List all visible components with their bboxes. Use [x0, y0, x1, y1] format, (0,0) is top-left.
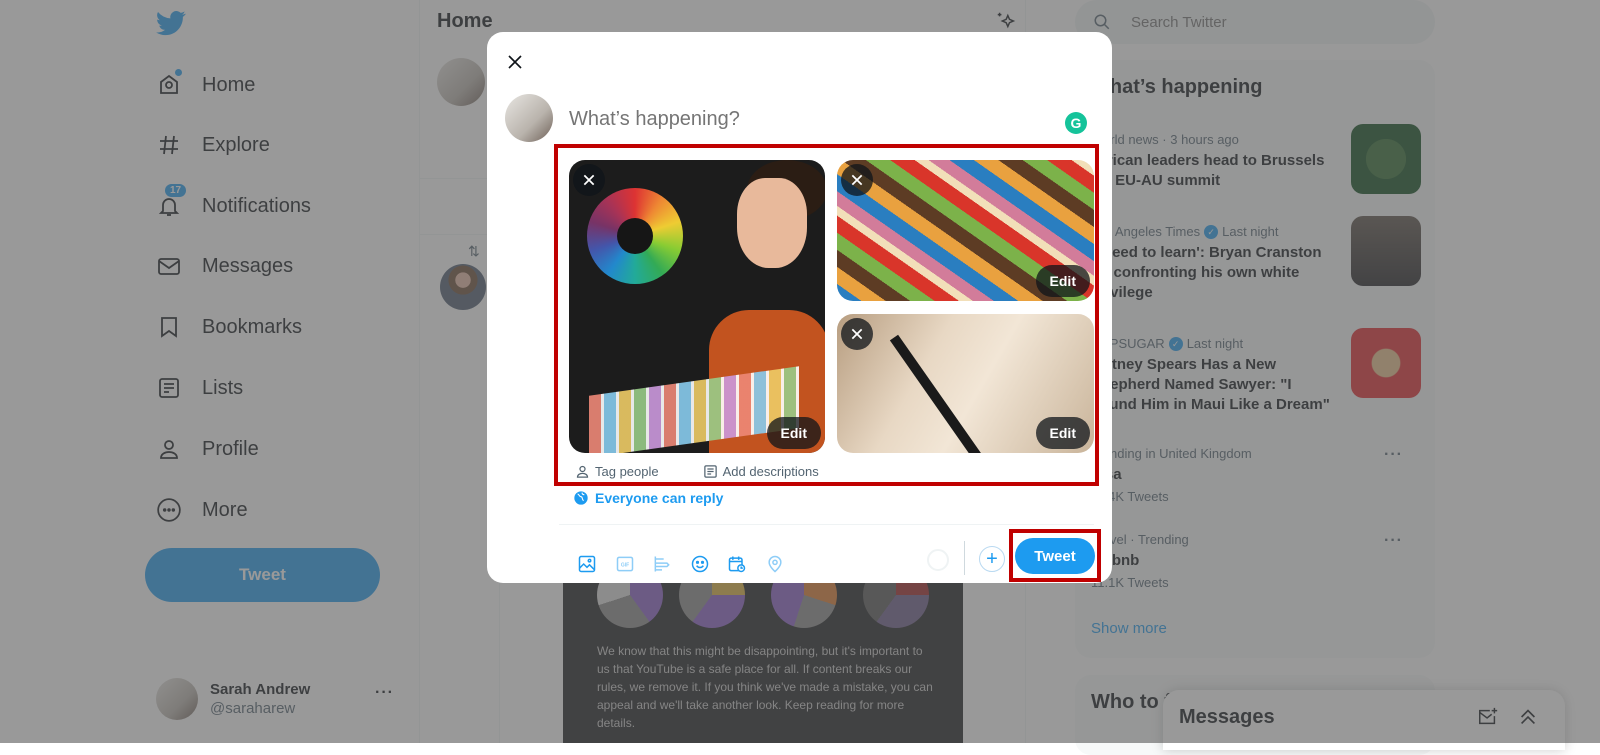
remove-media-button[interactable]	[841, 318, 873, 350]
divider	[559, 524, 1094, 525]
media-actions: Tag people Add descriptions	[575, 464, 819, 479]
edit-media-button[interactable]: Edit	[1036, 417, 1090, 449]
add-poll-button[interactable]	[644, 546, 680, 582]
composer-toolbar: GIF	[569, 546, 794, 582]
add-location-button[interactable]	[757, 546, 793, 582]
add-descriptions-label: Add descriptions	[723, 464, 819, 479]
person-icon	[575, 464, 590, 479]
reply-setting-label: Everyone can reply	[595, 490, 723, 506]
add-thread-button[interactable]: +	[979, 546, 1005, 572]
attached-image-tailoring[interactable]: Edit	[837, 314, 1094, 453]
twitter-page: Home Explore 17 Notifications Messages B…	[0, 0, 1600, 743]
poll-icon	[652, 554, 672, 574]
edit-media-button[interactable]: Edit	[1036, 265, 1090, 297]
gif-icon: GIF	[615, 554, 635, 574]
add-gif-button[interactable]: GIF	[607, 546, 643, 582]
globe-icon	[573, 490, 589, 506]
divider	[964, 541, 965, 575]
close-icon	[850, 173, 864, 187]
schedule-icon	[727, 554, 747, 574]
edit-media-button[interactable]: Edit	[767, 417, 821, 449]
character-count-ring	[927, 549, 949, 571]
attached-image-threads[interactable]: Edit	[837, 160, 1094, 301]
emoji-icon	[690, 554, 710, 574]
close-button[interactable]	[497, 44, 533, 80]
tweet-text-input[interactable]	[569, 108, 1029, 131]
composer-avatar	[505, 94, 553, 142]
attached-image-designer[interactable]: Edit	[569, 160, 825, 453]
image-detail	[890, 335, 984, 453]
reply-setting-button[interactable]: Everyone can reply	[573, 490, 723, 506]
image-detail	[737, 178, 807, 268]
compose-tweet-modal: G Edit Edit Edit Tag people	[487, 32, 1112, 583]
schedule-button[interactable]	[719, 546, 755, 582]
media-icon	[577, 554, 597, 574]
svg-text:GIF: GIF	[620, 563, 628, 569]
close-icon	[850, 327, 864, 341]
tag-people-button[interactable]: Tag people	[575, 464, 659, 479]
remove-media-button[interactable]	[573, 164, 605, 196]
close-icon	[582, 173, 596, 187]
add-media-button[interactable]	[569, 546, 605, 582]
tag-people-label: Tag people	[595, 464, 659, 479]
close-icon	[506, 53, 524, 71]
location-icon	[765, 554, 785, 574]
description-icon	[703, 464, 718, 479]
tweet-submit-button[interactable]: Tweet	[1015, 538, 1095, 574]
add-emoji-button[interactable]	[682, 546, 718, 582]
remove-media-button[interactable]	[841, 164, 873, 196]
grammarly-icon[interactable]: G	[1065, 112, 1087, 134]
add-descriptions-button[interactable]: Add descriptions	[703, 464, 819, 479]
color-wheel	[587, 188, 683, 284]
